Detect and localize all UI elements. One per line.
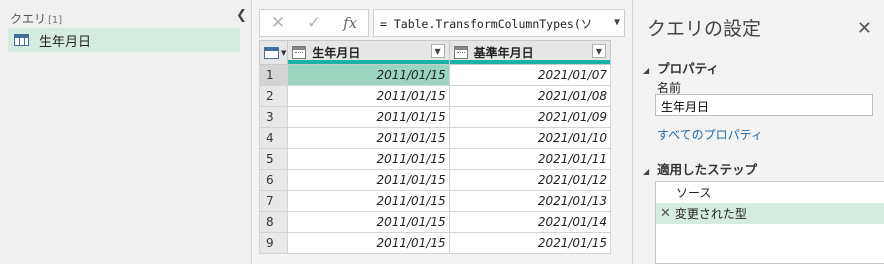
queries-header-label: クエリ [10, 12, 47, 26]
table-row: 6 2011/01/15 2021/01/12 [258, 169, 612, 191]
table-cell[interactable]: 2021/01/13 [448, 190, 612, 212]
formula-text: = Table.TransformColumnTypes(ソ [380, 17, 593, 31]
query-settings-pane: クエリの設定 ✕ ◢プロパティ 名前 すべてのプロパティ ◢適用したステップ ソ… [632, 0, 884, 264]
column-header-label: 生年月日 [312, 46, 361, 60]
table-cell[interactable]: 2011/01/15 [287, 106, 450, 128]
table-cell[interactable]: 2021/01/12 [448, 169, 612, 191]
table-cell[interactable]: 2021/01/10 [448, 127, 612, 149]
row-number[interactable]: 9 [258, 232, 289, 254]
table-row: 4 2011/01/15 2021/01/10 [258, 127, 612, 149]
chevron-down-icon: ▼ [281, 49, 287, 57]
row-number[interactable]: 2 [258, 85, 289, 107]
cancel-icon[interactable]: ✕ [271, 13, 285, 33]
preview-area: ✕ ✓ fx = Table.TransformColumnTypes(ソ ▼ … [253, 0, 631, 264]
table-cell[interactable]: 2011/01/15 [287, 169, 450, 191]
queries-count: [1] [48, 15, 63, 26]
table-icon [264, 46, 279, 59]
close-icon[interactable]: ✕ [857, 18, 872, 39]
collapse-triangle-icon: ◢ [643, 66, 650, 75]
formula-input[interactable]: = Table.TransformColumnTypes(ソ ▼ [373, 9, 625, 37]
power-query-editor: クエリ [1] ❮ 生年月日 ✕ ✓ fx = Table.TransformCo… [0, 0, 884, 264]
settings-title: クエリの設定 [647, 18, 762, 40]
table-cell[interactable]: 2011/01/15 [287, 127, 450, 149]
table-row: 5 2011/01/15 2021/01/11 [258, 148, 612, 170]
table-cell[interactable]: 2021/01/15 [448, 232, 612, 254]
applied-steps-list: ソース ✕ 変更された型 [655, 181, 884, 264]
column-header-label: 基準年月日 [473, 46, 534, 60]
table-cell[interactable]: 2011/01/15 [287, 148, 450, 170]
table-cell[interactable]: 2021/01/11 [448, 148, 612, 170]
queries-pane: クエリ [1] ❮ 生年月日 [0, 0, 252, 264]
delete-step-icon[interactable]: ✕ [660, 206, 671, 221]
row-number[interactable]: 7 [258, 190, 289, 212]
column-quality-bar [288, 60, 449, 64]
table-cell[interactable]: 2011/01/15 [287, 190, 450, 212]
filter-dropdown-icon[interactable]: ▼ [430, 44, 445, 58]
table-row: 8 2011/01/15 2021/01/14 [258, 211, 612, 233]
table-cell[interactable]: 2021/01/07 [448, 64, 612, 86]
expand-formula-chevron-icon[interactable]: ▼ [614, 17, 620, 28]
date-type-icon[interactable] [292, 46, 307, 59]
column-quality-bar [449, 60, 610, 64]
table-row: 2 2011/01/15 2021/01/08 [258, 85, 612, 107]
column-header[interactable]: 生年月日 ▼ [287, 40, 450, 65]
step-label: 変更された型 [674, 207, 747, 221]
properties-header-label: プロパティ [657, 61, 719, 76]
table-row: 1 2011/01/15 2021/01/07 [258, 64, 612, 86]
column-header[interactable]: 基準年月日 ▼ [448, 40, 612, 65]
row-number[interactable]: 1 [258, 64, 289, 86]
table-cell[interactable]: 2021/01/14 [448, 211, 612, 233]
step-label: ソース [676, 186, 712, 200]
collapse-chevron-icon[interactable]: ❮ [236, 8, 247, 23]
table-icon [14, 34, 29, 46]
query-name-input[interactable] [655, 94, 873, 116]
table-row: 7 2011/01/15 2021/01/13 [258, 190, 612, 212]
table-cell[interactable]: 2011/01/15 [287, 211, 450, 233]
filter-dropdown-icon[interactable]: ▼ [592, 44, 606, 58]
queries-header: クエリ [1] [10, 10, 62, 27]
row-number[interactable]: 3 [258, 106, 289, 128]
date-type-icon[interactable] [453, 46, 468, 59]
fx-icon[interactable]: fx [343, 14, 357, 32]
query-item-label: 生年月日 [39, 34, 92, 50]
all-properties-link[interactable]: すべてのプロパティ [657, 126, 763, 143]
query-item[interactable]: 生年月日 [8, 28, 240, 52]
data-grid: ▼ 生年月日 ▼ 基準年月日 ▼ 1 2011/01/15 2021/01/07… [258, 40, 612, 254]
commit-icon[interactable]: ✓ [307, 13, 321, 33]
table-cell[interactable]: 2011/01/15 [287, 232, 450, 254]
table-menu-button[interactable]: ▼ [258, 40, 289, 65]
collapse-triangle-icon: ◢ [643, 167, 650, 176]
applied-steps-section-header[interactable]: ◢ 適用したステップ [643, 159, 757, 178]
formula-bar-buttons: ✕ ✓ fx [259, 9, 369, 37]
step-item-selected[interactable]: ✕ 変更された型 [656, 203, 884, 224]
table-cell[interactable]: 2021/01/09 [448, 106, 612, 128]
row-number[interactable]: 4 [258, 127, 289, 149]
table-cell[interactable]: 2021/01/08 [448, 85, 612, 107]
row-number[interactable]: 8 [258, 211, 289, 233]
table-row: 9 2011/01/15 2021/01/15 [258, 232, 612, 254]
table-cell[interactable]: 2011/01/15 [287, 85, 450, 107]
properties-section-header[interactable]: ◢ プロパティ [643, 58, 719, 77]
step-item[interactable]: ソース [656, 182, 884, 203]
table-row: 3 2011/01/15 2021/01/09 [258, 106, 612, 128]
table-cell[interactable]: 2011/01/15 [287, 64, 450, 86]
row-number[interactable]: 5 [258, 148, 289, 170]
row-number[interactable]: 6 [258, 169, 289, 191]
applied-steps-header-label: 適用したステップ [657, 162, 758, 177]
